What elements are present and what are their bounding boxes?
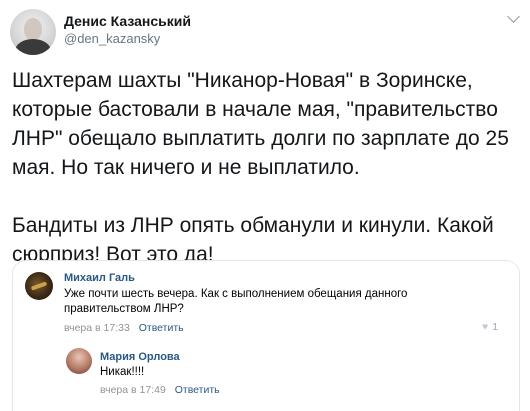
commenter-name[interactable]: Михаил Галь [64,272,135,284]
like-count: 1 [492,321,499,333]
reply-avatar[interactable] [66,348,92,374]
comment-likes[interactable]: ♥ 1 [482,321,498,333]
avatar[interactable] [10,9,56,55]
author-name[interactable]: Денис Казанський [64,13,191,29]
comment-text: Уже почти шесть вечера. Как с выполнение… [64,288,408,315]
author-handle[interactable]: @den_kazansky [64,31,160,46]
chevron-down-icon[interactable] [507,10,520,23]
comment-reply-link[interactable]: Ответить [139,322,184,334]
avatar-face [24,18,42,40]
avatar-shoulders [15,39,51,55]
reply-author-name[interactable]: Мария Орлова [100,351,180,363]
reply-text: Никак!!!! [100,366,145,378]
comment-meta: вчера в 17:33 Ответить [64,322,184,334]
reply-time: вчера в 17:49 [100,384,166,396]
reply-reply-link[interactable]: Ответить [175,384,220,396]
commenter-avatar[interactable] [25,272,53,300]
heart-icon: ♥ [482,321,489,333]
reply-meta: вчера в 17:49 Ответить [100,384,220,396]
tweet: Денис Казанський @den_kazansky Шахтерам … [0,0,530,411]
tweet-text: Шахтерам шахты "Никанор-Новая" в Зоринск… [12,69,509,266]
comment-time: вчера в 17:33 [64,322,130,334]
